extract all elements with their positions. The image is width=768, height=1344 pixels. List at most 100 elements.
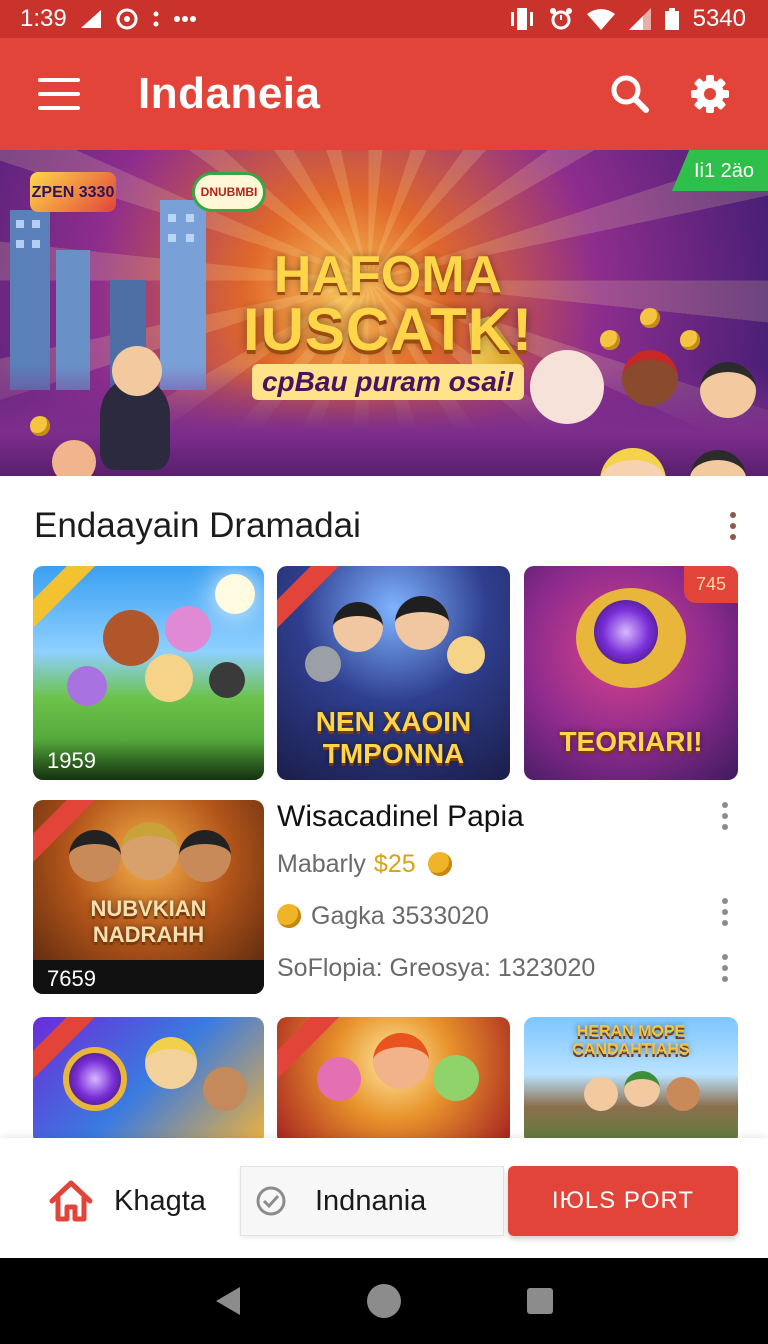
- menu-icon[interactable]: [38, 78, 80, 110]
- featured-info-text: SoFlopia: Greosya: 1323020: [277, 953, 596, 982]
- featured-info-row: SoFlopia: Greosya: 1323020: [277, 942, 747, 994]
- coin-icon: [680, 330, 700, 350]
- game-card[interactable]: [277, 1017, 510, 1145]
- status-time: 1:39: [20, 5, 67, 32]
- card-character: [447, 636, 485, 674]
- featured-details: Wisacadinel Papia Mabarly $25 Gagka 3533…: [277, 796, 747, 994]
- coin-icon: [600, 330, 620, 350]
- battery-icon: [664, 8, 679, 30]
- alarm-icon: [549, 7, 573, 31]
- game-card[interactable]: 1959: [33, 566, 264, 780]
- sync-icon: [115, 7, 139, 31]
- recents-icon[interactable]: [510, 1271, 570, 1331]
- colon-icon: [153, 10, 159, 28]
- card-character: [67, 666, 107, 706]
- card-character: [209, 662, 245, 698]
- coin-icon: [640, 308, 660, 328]
- game-card[interactable]: 745 TEORIARI!: [524, 566, 738, 780]
- banner-character: [52, 440, 96, 476]
- promo-banner[interactable]: ZPEN 3330 DNUBMBI Ii1 2äo HAFOMA IUSCATK…: [0, 150, 768, 476]
- signal-icon: [80, 10, 101, 28]
- featured-thumb-caption: 7659: [33, 960, 264, 994]
- status-bar: 1:39 5340: [0, 0, 768, 38]
- banner-headline-line2: IUSCATK!: [242, 296, 534, 363]
- card-character: [121, 822, 179, 880]
- back-icon[interactable]: [198, 1271, 258, 1331]
- check-circle-icon: [256, 1186, 286, 1216]
- card-title: NEN XAOIN TMPONNA: [315, 706, 472, 769]
- card-character: [333, 602, 383, 652]
- home-circle-icon[interactable]: [354, 1271, 414, 1331]
- card-character: [179, 830, 231, 882]
- middle-tab-label: Indnania: [315, 1184, 427, 1217]
- cell-signal-icon: [628, 8, 651, 30]
- banner-logo-left: ZPEN 3330: [30, 172, 116, 212]
- section-header: Endaayain Dramadai: [34, 500, 744, 552]
- coin-icon: [30, 416, 50, 436]
- app-bar: Indaneia: [0, 38, 768, 150]
- card-character: [395, 596, 449, 650]
- banner-character: [112, 346, 162, 396]
- vibrate-icon: [509, 8, 535, 30]
- featured-price-row: Mabarly $25: [277, 838, 747, 890]
- banner-character: [700, 362, 756, 418]
- card-character: [584, 1077, 618, 1111]
- featured-thumbnail[interactable]: NUBVKIAN NADRAHH 7659: [33, 800, 264, 994]
- home-button[interactable]: Khagta: [48, 1174, 206, 1228]
- card-character: [666, 1077, 700, 1111]
- card-character: [433, 1055, 479, 1101]
- card-title: HERAN MOPE CANDAHTIAHS: [572, 1023, 690, 1058]
- banner-headline-line1: HAFOMA: [273, 246, 503, 304]
- featured-info-more-icon[interactable]: [714, 948, 736, 988]
- bottom-action-bar: Khagta Indnania IЮLS PORT: [0, 1138, 768, 1258]
- home-icon: [49, 1180, 93, 1222]
- status-right: 5340: [509, 5, 746, 33]
- card-sun: [215, 574, 255, 614]
- middle-tab-button[interactable]: Indnania: [240, 1166, 504, 1236]
- card-character: [103, 610, 159, 666]
- robot-eye: [594, 600, 658, 664]
- card-character: [145, 1037, 197, 1089]
- home-button-label: Khagta: [114, 1184, 206, 1217]
- featured-price-label: Mabarly: [277, 849, 366, 878]
- featured-more-icon[interactable]: [714, 796, 736, 836]
- featured-thumb-title: NUBVKIAN NADRAHH: [90, 896, 207, 947]
- primary-action-button[interactable]: IЮLS PORT: [508, 1166, 738, 1236]
- robot-eye: [63, 1047, 127, 1111]
- banner-logo-center: DNUBMBI: [192, 172, 266, 212]
- coins-icon: [427, 852, 452, 876]
- app-title: Indaneia: [138, 69, 321, 118]
- wifi-icon: [586, 8, 615, 30]
- card-character: [373, 1033, 429, 1089]
- more-notifications-icon: [173, 15, 197, 23]
- featured-price: $25: [373, 849, 416, 878]
- card-character: [203, 1067, 247, 1111]
- game-card[interactable]: HERAN MOPE CANDAHTIAHS: [524, 1017, 738, 1145]
- card-character: [317, 1057, 361, 1101]
- card-character: [145, 654, 193, 702]
- banner-character: [622, 350, 678, 406]
- card-character: [305, 646, 341, 682]
- card-corner-ribbon: [33, 566, 100, 633]
- coin-icon: [277, 904, 301, 928]
- game-card[interactable]: [33, 1017, 264, 1145]
- featured-meta-more-icon[interactable]: [714, 892, 736, 932]
- featured-meta-text: Gagka 3533020: [311, 901, 489, 930]
- gear-icon[interactable]: [682, 66, 738, 122]
- battery-text: 5340: [692, 5, 746, 32]
- system-nav-bar: [0, 1258, 768, 1344]
- section-more-icon[interactable]: [722, 506, 744, 546]
- search-icon[interactable]: [602, 66, 658, 122]
- featured-meta-row: Gagka 3533020: [277, 890, 747, 942]
- banner-headline: HAFOMA IUSCATK! cpBau puram osai!: [218, 246, 558, 400]
- card-caption: 1959: [33, 740, 264, 780]
- banner-subline: cpBau puram osai!: [251, 364, 525, 400]
- status-left: 1:39: [20, 5, 197, 33]
- section-title: Endaayain Dramadai: [34, 506, 361, 545]
- card-character: [69, 830, 121, 882]
- card-title: TEORIARI!: [559, 726, 703, 757]
- card-badge: 745: [683, 566, 738, 603]
- game-card[interactable]: NEN XAOIN TMPONNA: [277, 566, 510, 780]
- card-character: [624, 1071, 660, 1107]
- featured-title[interactable]: Wisacadinel Papia: [277, 796, 747, 838]
